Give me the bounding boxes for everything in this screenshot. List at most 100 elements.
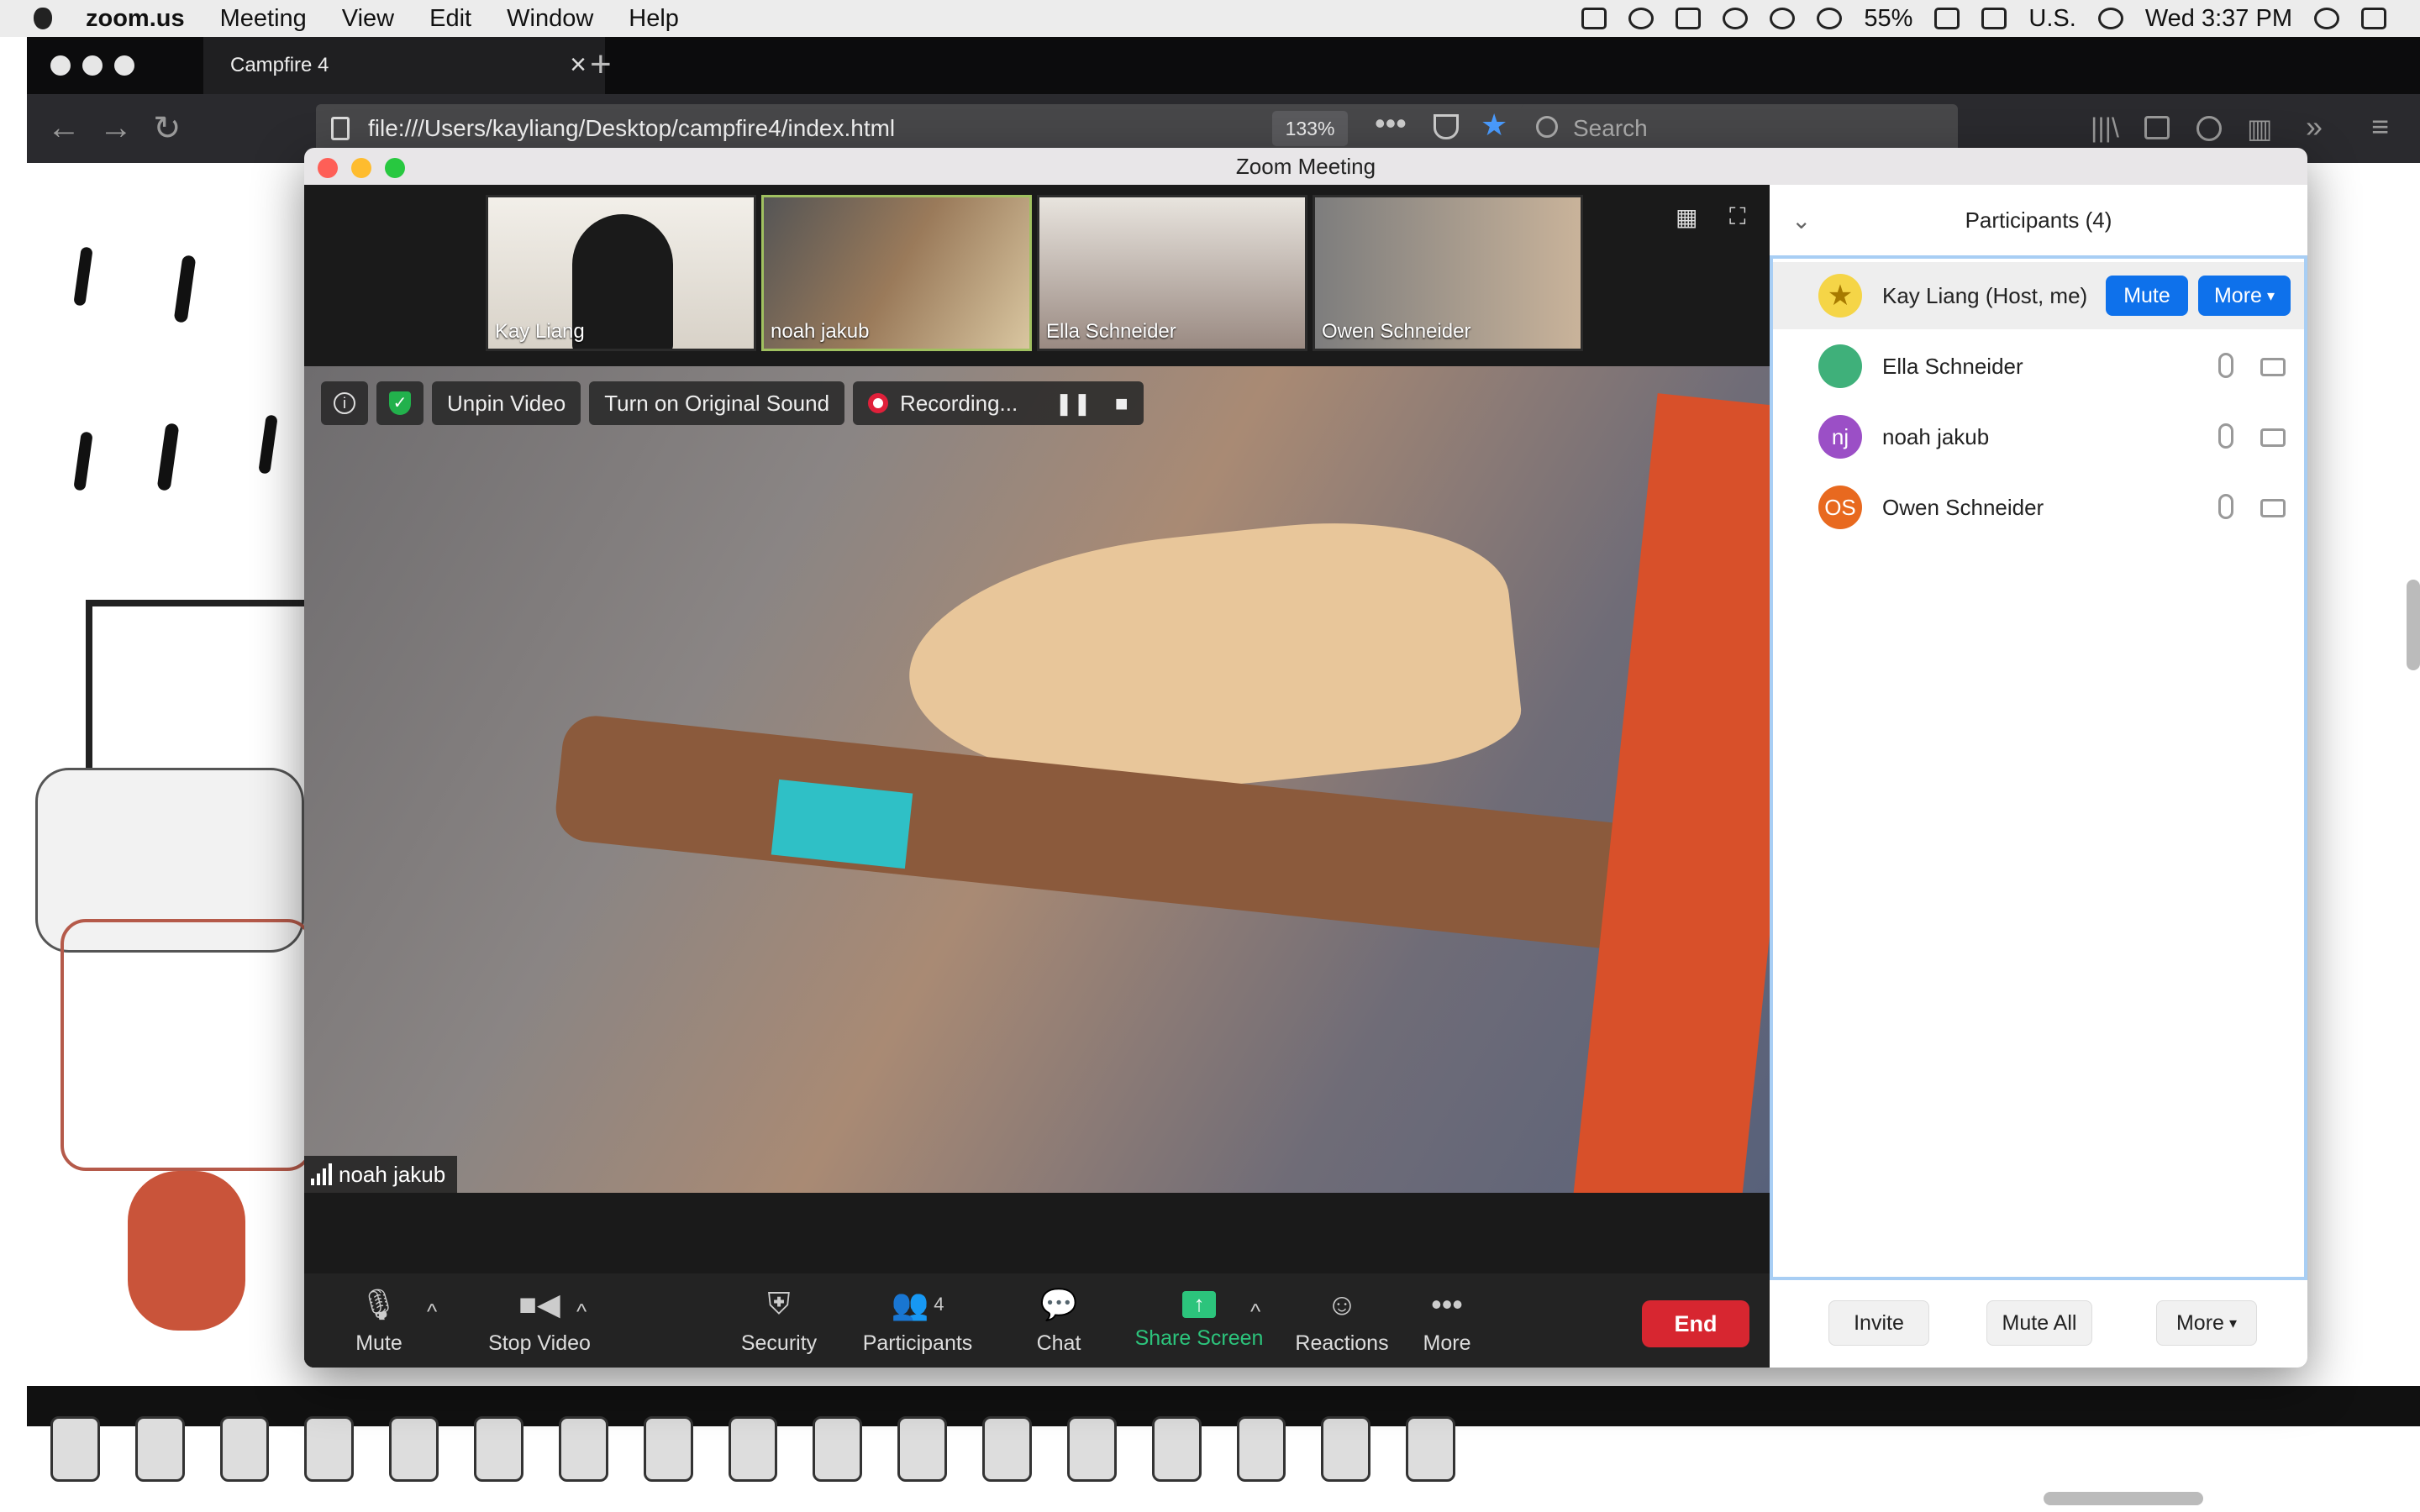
- back-icon[interactable]: ←: [47, 109, 81, 147]
- can-icon[interactable]: [1406, 1416, 1456, 1482]
- thumbnail-noah-jakub[interactable]: noah jakub: [761, 195, 1032, 351]
- url-text[interactable]: file:///Users/kayliang/Desktop/campfire4…: [368, 115, 895, 142]
- library-icon[interactable]: |||\: [2091, 113, 2119, 144]
- stop-recording-icon[interactable]: ■: [1115, 391, 1128, 417]
- mute-button[interactable]: 🎙 Mute: [341, 1273, 417, 1368]
- pen-icon[interactable]: [813, 1416, 863, 1482]
- battery-percent[interactable]: 55%: [1864, 5, 1912, 33]
- pause-recording-icon[interactable]: ❚❚: [1055, 391, 1092, 417]
- video-camera-icon[interactable]: [2260, 358, 2286, 376]
- vertical-scrollbar[interactable]: [2407, 580, 2420, 670]
- menu-meeting[interactable]: Meeting: [220, 5, 307, 33]
- menu-edit[interactable]: Edit: [429, 5, 471, 33]
- participant-more-button[interactable]: More ▾: [2198, 276, 2291, 316]
- brush-icon[interactable]: [1066, 1416, 1117, 1482]
- lamp-icon[interactable]: [219, 1416, 270, 1482]
- close-window-button[interactable]: [50, 55, 71, 76]
- hamburger-menu-icon[interactable]: ≡: [2371, 109, 2389, 144]
- menu-clock[interactable]: Wed 3:37 PM: [2145, 5, 2292, 33]
- participant-row[interactable]: ★ Kay Liang (Host, me) Mute More ▾: [1773, 262, 2304, 329]
- mute-participant-button[interactable]: Mute: [2106, 276, 2188, 316]
- unpin-video-button[interactable]: Unpin Video: [432, 381, 581, 425]
- zoom-window-button[interactable]: [114, 55, 134, 76]
- hammer-icon[interactable]: [982, 1416, 1032, 1482]
- battery-icon[interactable]: [1934, 8, 1960, 29]
- original-sound-button[interactable]: Turn on Original Sound: [589, 381, 845, 425]
- pocket-icon[interactable]: [1434, 114, 1459, 139]
- page-actions-icon[interactable]: •••: [1375, 106, 1407, 141]
- participants-button[interactable]: 👥 4 Participants: [850, 1273, 985, 1368]
- meeting-info-button[interactable]: i: [321, 381, 368, 425]
- forward-icon[interactable]: →: [99, 109, 133, 147]
- search-bar[interactable]: Search: [1521, 104, 1958, 153]
- cloud-status-icon[interactable]: [1628, 8, 1655, 29]
- dice-icon[interactable]: [50, 1416, 100, 1482]
- menu-app-name[interactable]: zoom.us: [86, 5, 185, 33]
- fruit-icon[interactable]: [1321, 1416, 1371, 1482]
- encryption-button[interactable]: ✓: [376, 381, 424, 425]
- account-icon[interactable]: [2196, 116, 2222, 141]
- thumbnail-owen-schneider[interactable]: Owen Schneider: [1313, 195, 1583, 351]
- video-options-caret-icon[interactable]: ^: [576, 1299, 587, 1325]
- microphone-icon[interactable]: [2218, 494, 2233, 519]
- flag-card-icon[interactable]: [728, 1416, 778, 1482]
- notes-icon[interactable]: [1151, 1416, 1202, 1482]
- gallery-view-icon[interactable]: ▦: [1676, 203, 1701, 230]
- zoom-close-button[interactable]: [318, 158, 338, 178]
- fullscreen-icon[interactable]: ⛶: [1729, 203, 1754, 229]
- magnifier-icon[interactable]: [897, 1416, 948, 1482]
- turtle-icon[interactable]: [1236, 1416, 1286, 1482]
- volume-icon[interactable]: [2097, 8, 2123, 29]
- zoom-level-badge[interactable]: 133%: [1272, 111, 1348, 146]
- brush-icon[interactable]: [389, 1416, 439, 1482]
- extension-icon[interactable]: ▥: [2247, 113, 2272, 144]
- audio-options-caret-icon[interactable]: ^: [427, 1299, 437, 1325]
- pie-icon[interactable]: [134, 1416, 185, 1482]
- collapse-chevron-icon[interactable]: ⌄: [1791, 207, 1811, 234]
- spotlight-icon[interactable]: [2314, 8, 2339, 29]
- microphone-icon[interactable]: [2218, 423, 2233, 449]
- participant-row[interactable]: Ella Schneider: [1773, 333, 2304, 400]
- thumbnail-kay-liang[interactable]: Kay Liang: [486, 195, 756, 351]
- passport-icon[interactable]: [558, 1416, 608, 1482]
- bluetooth-icon[interactable]: [1770, 8, 1796, 29]
- microphone-icon[interactable]: [2218, 353, 2233, 378]
- zoom-maximize-button[interactable]: [385, 158, 405, 178]
- share-options-caret-icon[interactable]: ^: [1250, 1299, 1260, 1325]
- zoom-status-icon[interactable]: [1581, 8, 1607, 29]
- globe-icon[interactable]: [474, 1416, 523, 1482]
- sidebar-icon[interactable]: [2144, 116, 2170, 139]
- new-tab-icon[interactable]: +: [590, 44, 612, 86]
- card-icon[interactable]: [643, 1416, 693, 1482]
- browser-tab[interactable]: Campfire 4 ×: [203, 37, 605, 94]
- minimize-window-button[interactable]: [82, 55, 103, 76]
- mute-all-button[interactable]: Mute All: [1986, 1300, 2092, 1346]
- notification-center-icon[interactable]: [2361, 8, 2386, 29]
- participant-row[interactable]: OS Owen Schneider: [1773, 474, 2304, 541]
- video-camera-icon[interactable]: [2260, 428, 2286, 447]
- zoom-minimize-button[interactable]: [351, 158, 371, 178]
- url-bar[interactable]: file:///Users/kayliang/Desktop/campfire4…: [316, 104, 1534, 153]
- invite-button[interactable]: Invite: [1828, 1300, 1929, 1346]
- menu-view[interactable]: View: [342, 5, 394, 33]
- share-screen-button[interactable]: ↑ Share Screen: [1128, 1273, 1270, 1368]
- time-machine-icon[interactable]: [1723, 8, 1749, 29]
- more-button[interactable]: ••• More: [1413, 1273, 1481, 1368]
- bookmark-star-icon[interactable]: ★: [1481, 108, 1507, 143]
- bottle-icon[interactable]: [304, 1416, 355, 1482]
- thumbnail-ella-schneider[interactable]: Ella Schneider: [1037, 195, 1307, 351]
- menu-window[interactable]: Window: [507, 5, 593, 33]
- input-source[interactable]: U.S.: [2028, 5, 2075, 33]
- end-meeting-button[interactable]: End: [1642, 1300, 1749, 1347]
- reload-icon[interactable]: ↻: [153, 109, 182, 148]
- display-status-icon[interactable]: [1676, 8, 1702, 29]
- menu-help[interactable]: Help: [629, 5, 679, 33]
- reactions-button[interactable]: ☺ Reactions: [1287, 1273, 1397, 1368]
- chat-button[interactable]: 💬 Chat: [1017, 1273, 1101, 1368]
- participant-row[interactable]: nj noah jakub: [1773, 403, 2304, 470]
- security-button[interactable]: ⛨ Security: [724, 1273, 834, 1368]
- video-camera-icon[interactable]: [2260, 499, 2286, 517]
- apple-icon[interactable]: [34, 8, 52, 29]
- close-tab-icon[interactable]: ×: [570, 49, 587, 81]
- wifi-icon[interactable]: [1817, 8, 1843, 29]
